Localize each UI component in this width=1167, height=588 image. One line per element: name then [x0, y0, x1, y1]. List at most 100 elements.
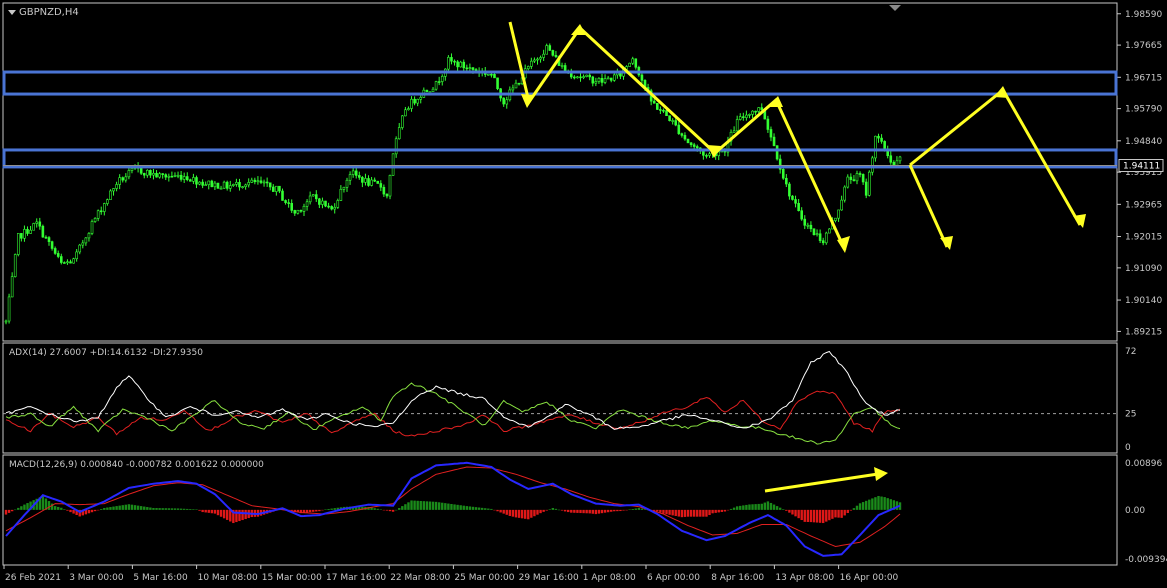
macd-histogram-bar	[573, 509, 576, 513]
macd-histogram-bar	[133, 505, 137, 510]
macd-histogram-bar	[742, 505, 745, 510]
candle-body	[339, 188, 343, 201]
macd-histogram-bar	[600, 509, 604, 514]
candle-body	[259, 180, 263, 183]
candle-body	[222, 181, 226, 189]
candle-body	[238, 182, 241, 188]
candle-body	[53, 248, 57, 254]
macd-histogram-bar	[219, 509, 223, 517]
candle-body	[655, 103, 659, 110]
candle-body	[437, 81, 441, 83]
candle-body	[382, 186, 386, 195]
candle-body	[416, 98, 419, 104]
macd-histogram-bar	[155, 508, 158, 510]
candle-body	[413, 98, 416, 104]
candle-body	[99, 210, 103, 213]
candle-body	[772, 136, 776, 146]
macd-histogram-bar	[686, 509, 690, 517]
macd-histogram-bar	[179, 508, 183, 510]
macd-histogram-bar	[877, 495, 880, 510]
candle-body	[213, 182, 217, 188]
macd-histogram-bar	[327, 508, 330, 510]
candle-body	[370, 179, 373, 186]
macd-histogram-bar	[858, 503, 862, 510]
macd-histogram-bar	[763, 502, 767, 510]
macd-histogram-bar	[760, 503, 763, 510]
macd-histogram-bar	[726, 509, 730, 511]
candle-body	[855, 173, 859, 182]
candle-body	[210, 180, 214, 188]
macd-histogram-bar	[382, 509, 386, 511]
macd-histogram-bar	[103, 507, 106, 510]
macd-histogram-bar	[391, 509, 395, 512]
candle-body	[4, 320, 8, 323]
macd-histogram-bar	[394, 509, 398, 511]
candle-body	[41, 225, 45, 238]
candle-body	[738, 116, 742, 120]
macd-histogram-bar	[96, 509, 100, 511]
macd-histogram-bar	[778, 507, 782, 510]
price-tick-label: 1.95790	[1125, 105, 1162, 115]
macd-histogram-bar	[548, 509, 551, 510]
candle-body	[16, 233, 20, 255]
macd-histogram-bar	[437, 502, 441, 510]
candle-body	[677, 124, 681, 134]
candle-body	[462, 61, 466, 69]
candle-body	[754, 110, 757, 113]
candle-body	[861, 174, 865, 183]
macd-histogram-bar	[459, 505, 462, 510]
candle-body	[846, 176, 850, 188]
candle-body	[314, 194, 318, 200]
candle-body	[803, 218, 807, 226]
candle-body	[898, 156, 902, 162]
candle-body	[828, 228, 831, 234]
candle-body	[253, 179, 257, 183]
candle-body	[603, 78, 607, 83]
collapse-triangle-icon[interactable]	[8, 10, 16, 15]
candle-body	[505, 99, 509, 105]
candle-body	[345, 179, 349, 188]
arrow-path-1	[508, 21, 847, 251]
candle-body	[278, 185, 281, 192]
candle-body	[299, 209, 303, 212]
price-tick-label: 1.90140	[1125, 296, 1162, 306]
macd-histogram-bar	[333, 508, 336, 510]
time-tick-label: 26 Feb 2021	[5, 573, 61, 583]
adx-panel-frame	[2, 342, 1118, 454]
candle-body	[824, 232, 828, 244]
macd-histogram-bar	[441, 502, 444, 510]
candle-body	[394, 138, 398, 155]
macd-histogram-bar	[26, 503, 29, 510]
candle-body	[124, 176, 128, 181]
candle-body	[81, 242, 85, 246]
macd-histogram-bar	[60, 507, 63, 510]
candle-body	[216, 182, 220, 189]
candle-body	[591, 76, 595, 84]
macd-histogram-bar	[189, 509, 192, 510]
candle-body	[717, 151, 721, 157]
macd-histogram-bar	[523, 509, 527, 519]
candle-body	[115, 184, 118, 189]
macd-histogram-bar	[480, 507, 484, 510]
macd-histogram-bar	[87, 509, 91, 514]
macd-histogram-bar	[554, 508, 558, 510]
candle-body	[576, 76, 579, 79]
chart-shift-marker[interactable]	[889, 5, 901, 11]
candle-body	[142, 173, 146, 176]
macd-histogram-bar	[597, 509, 601, 514]
macd-histogram-bar	[474, 507, 478, 510]
macd-histogram-bar	[563, 509, 567, 512]
macd-histogram-bar	[210, 509, 214, 514]
divergence-arrow-line	[764, 472, 879, 493]
candle-body	[794, 199, 797, 204]
candle-body	[428, 91, 432, 93]
macd-histogram-bar	[803, 509, 806, 522]
candle-body	[354, 170, 358, 176]
candle-body	[75, 251, 78, 260]
macd-histogram-bar	[588, 509, 591, 514]
macd-histogram-bar	[674, 509, 677, 516]
macd-histogram-bar	[146, 507, 149, 510]
macd-histogram-bar	[775, 506, 779, 510]
adx-tick-label: 25	[1125, 410, 1136, 420]
macd-histogram-bar	[533, 509, 536, 517]
